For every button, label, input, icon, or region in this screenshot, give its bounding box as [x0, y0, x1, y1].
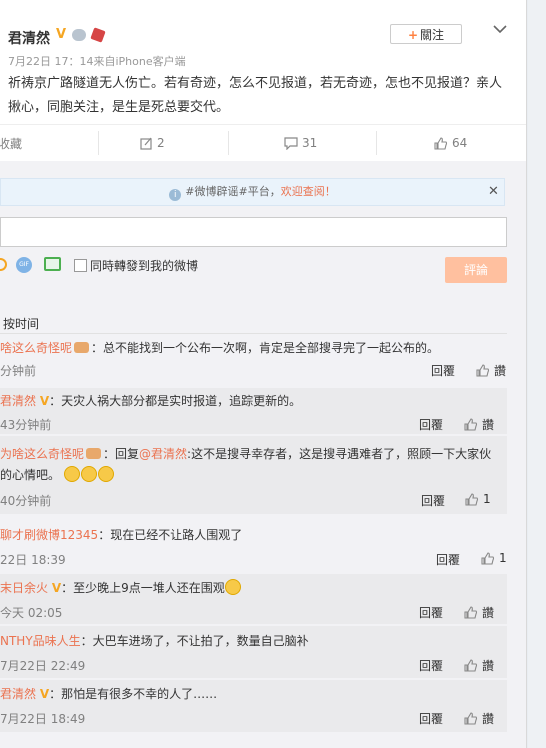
thumbs-up-icon [476, 364, 490, 377]
reply-button[interactable]: 回覆 [431, 362, 455, 379]
like-count: 64 [452, 136, 468, 150]
comment-item: NTHY品味人生：大巴车进场了，不让拍了，数量自己脑补 7月22日 22:49 … [0, 626, 507, 678]
comment-text: 啥这么奇怪呢 ：总不能找到一个公布一次啊，肯定是全部搜寻完了一起公布的。 [0, 341, 440, 355]
comment-button[interactable]: 31 [284, 135, 317, 151]
thumbs-up-icon [465, 492, 479, 506]
sort-by-time[interactable]: 按时间 [3, 315, 39, 332]
like-button[interactable]: 64 [434, 135, 467, 151]
rumor-notice-banner: i #微博辟谣#平台，欢迎查阅！ [0, 178, 505, 206]
comment-time: 43分钟前 [0, 418, 52, 432]
notice-link[interactable]: 欢迎查阅！ [281, 185, 336, 198]
comment-user[interactable]: 为啥这么奇怪呢 [0, 447, 84, 461]
reply-button[interactable]: 回覆 [419, 657, 443, 674]
comment-time: 7月22日 18:49 [0, 712, 86, 726]
reply-button[interactable]: 回覆 [419, 416, 443, 433]
reply-button[interactable]: 回覆 [419, 604, 443, 621]
follow-button[interactable]: + 關注 [390, 24, 462, 44]
info-icon: i [169, 189, 182, 201]
thumbs-up-icon [464, 659, 478, 672]
comment-like-button[interactable]: 讚 [476, 362, 506, 379]
thumbs-up-icon [481, 551, 495, 565]
thumbs-up-icon [464, 418, 478, 431]
comment-user[interactable]: 末日余火 [0, 581, 48, 595]
crying-emoji-icon [97, 466, 114, 482]
favorite-button[interactable]: 收藏 [0, 135, 22, 151]
thumbs-up-icon [464, 712, 478, 725]
divider [228, 131, 229, 155]
comment-like-button[interactable]: 讚 [464, 657, 494, 674]
comment-like-button[interactable]: 讚 [464, 416, 494, 433]
reply-button[interactable]: 回覆 [419, 710, 443, 727]
plus-icon: + [407, 28, 419, 42]
comment-item: 啥这么奇怪呢 ：总不能找到一个公布一次啊，肯定是全部搜寻完了一起公布的。 分钟前 … [0, 337, 507, 387]
comment-user[interactable]: 君清然 [0, 394, 36, 408]
repost-count: 2 [157, 136, 165, 150]
comment-time: 40分钟前 [0, 494, 52, 508]
comment-like-button[interactable]: 讚 [464, 604, 494, 621]
comment-item: 为啥这么奇怪呢 ：回复@君清然:这不是搜寻幸存者，这是搜寻遇难者了，照顾一下大家伙… [0, 436, 507, 514]
repost-checkbox[interactable] [74, 259, 87, 272]
comment-user[interactable]: 君清然 [0, 687, 36, 701]
comment-count: 31 [302, 136, 318, 150]
comment-like-button[interactable]: 讚 [464, 710, 494, 727]
comment-time: 22日 18:39 [0, 553, 66, 567]
post-content: 祈祷京广路隧道无人伤亡。若有奇迹，怎么不见报道，若无奇迹，怎也不见报道？亲人揪心… [8, 76, 503, 115]
post-author-name[interactable]: 君清然 [8, 28, 50, 48]
smile-emoji-icon [224, 579, 241, 595]
comment-time: 分钟前 [0, 364, 37, 378]
image-upload-icon[interactable] [44, 257, 61, 271]
divider [98, 131, 99, 155]
comment-user[interactable]: 聊才刷微博12345 [0, 528, 98, 542]
comment-text: 末日余火 V：至少晚上9点一堆人还在围观 [0, 578, 496, 599]
comment-item: 末日余火 V：至少晚上9点一堆人还在围观 今天 02:05 回覆 讚 [0, 574, 507, 624]
verified-v-icon: V [39, 394, 50, 408]
crying-emoji-icon [63, 466, 80, 482]
verified-v-icon: V [51, 581, 62, 595]
submit-comment-button[interactable]: 評論 [445, 257, 507, 283]
member-badge-icon [74, 342, 90, 353]
comment-text: 君清然 V：那怕是有很多不幸的人了…… [0, 687, 218, 701]
comment-icon [284, 136, 298, 150]
chevron-down-icon[interactable] [493, 22, 507, 36]
comment-input[interactable] [0, 217, 507, 247]
member-badge-icon [72, 29, 86, 41]
comment-text: 聊才刷微博12345：现在已经不让路人围观了 [0, 528, 243, 542]
comment-time: 今天 02:05 [0, 606, 63, 620]
page-scrollbar[interactable] [528, 0, 546, 748]
comment-item: 君清然 V：那怕是有很多不幸的人了…… 7月22日 18:49 回覆 讚 [0, 680, 507, 732]
divider [376, 131, 377, 155]
divider [0, 333, 507, 334]
repost-button[interactable]: 2 [140, 135, 165, 151]
thumbs-up-icon [464, 606, 478, 619]
repost-checkbox-label: 同時轉發到我的微博 [90, 259, 199, 273]
comment-user[interactable]: 啥这么奇怪呢 [0, 341, 72, 355]
comment-like-button[interactable]: 1 [481, 551, 507, 565]
close-icon[interactable]: ✕ [488, 184, 499, 199]
crying-emoji-icon [80, 466, 97, 482]
comment-time: 7月22日 22:49 [0, 659, 86, 673]
gif-icon[interactable]: GIF [16, 257, 32, 273]
repost-icon [140, 137, 152, 150]
post-action-bar: 收藏 2 31 64 [0, 124, 526, 162]
medal-badge-icon [90, 27, 106, 43]
post-meta: 7月22日 17：14来自iPhone客户端 [8, 55, 186, 68]
comment-item: 君清然 V：天灾人祸大部分都是实时报道，追踪更新的。 43分钟前 回覆 讚 [0, 388, 507, 434]
comment-like-button[interactable]: 1 [465, 492, 491, 506]
comment-text: NTHY品味人生：大巴车进场了，不让拍了，数量自己脑补 [0, 634, 309, 648]
comment-text: 君清然 V：天灾人祸大部分都是实时报道，追踪更新的。 [0, 394, 302, 408]
comment-text: 为啥这么奇怪呢 ：回复@君清然:这不是搜寻幸存者，这是搜寻遇难者了，照顾一下大家伙… [0, 447, 492, 482]
weibo-post-card: 君清然 V 7月22日 17：14来自iPhone客户端 + 關注 祈祷京广路隧道… [0, 0, 527, 748]
comment-item: 聊才刷微博12345：现在已经不让路人围观了 22日 18:39 回覆 1 [0, 522, 507, 572]
reply-button[interactable]: 回覆 [421, 492, 445, 509]
thumbs-up-icon [434, 136, 448, 150]
mention-link[interactable]: @君清然 [139, 447, 187, 461]
reply-button[interactable]: 回覆 [436, 551, 460, 568]
verified-v-icon: V [39, 687, 50, 701]
comment-user[interactable]: NTHY品味人生 [0, 634, 81, 648]
member-badge-icon [86, 448, 102, 459]
verified-v-icon: V [56, 27, 67, 42]
